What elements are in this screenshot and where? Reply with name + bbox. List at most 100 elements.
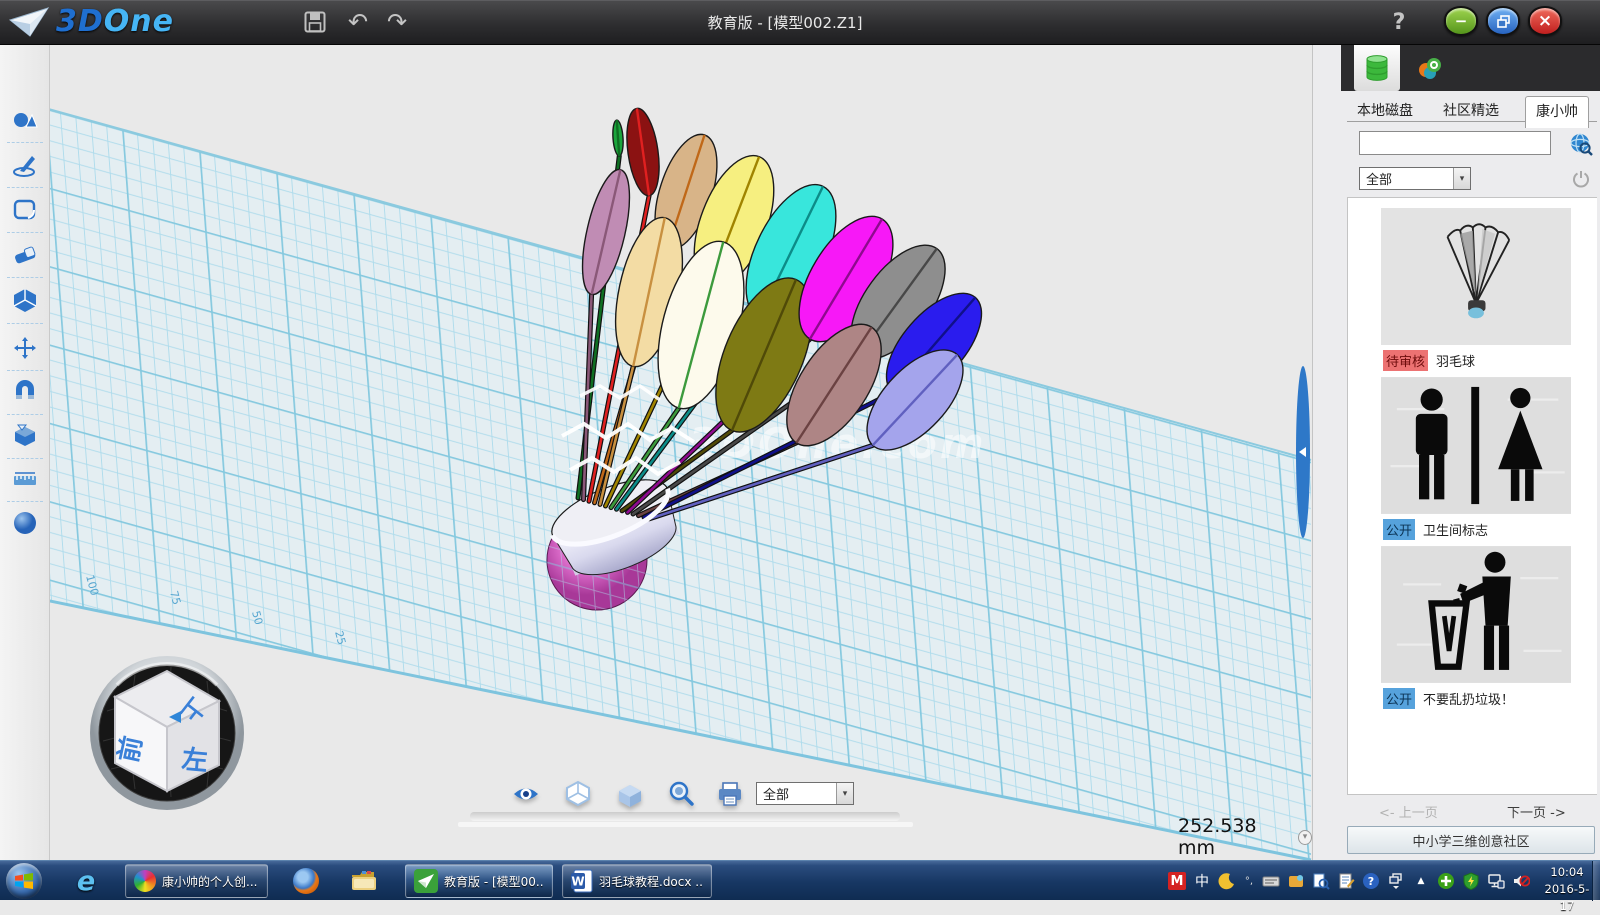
close-icon: × [1538,11,1552,31]
taskbar-browser-window-button[interactable]: 康小帅的个人创... [125,864,268,898]
eraser-tool[interactable] [12,242,38,268]
zoom-button[interactable] [667,780,695,806]
taskbar-ie-button[interactable]: e [68,865,104,897]
show-desktop-button[interactable] [1592,861,1600,901]
undo-button[interactable]: ↶ [343,7,373,37]
minimize-button[interactable]: − [1444,6,1478,36]
keyboard-tray-icon[interactable] [1262,872,1280,890]
next-page-button[interactable]: 下一页 -> [1507,802,1566,821]
status-dimension: 252.538 mm ▾ [1178,815,1312,859]
dimension-value: 252.538 mm [1178,815,1290,859]
3done-application-window: { "brand": { "part_3d": "3D", "part_one"… [0,0,1600,900]
display-filter-dropdown[interactable]: 全部 ▾ [756,782,854,805]
firefox-icon [293,868,319,894]
sketch-tool[interactable] [12,152,38,178]
model-thumbnail-restroom[interactable] [1381,377,1571,514]
svg-text:?: ? [1368,875,1374,888]
print-button[interactable] [716,781,744,807]
search-doc-tray-icon[interactable] [1312,872,1330,890]
dimension-dropdown-icon[interactable]: ▾ [1298,830,1312,845]
show-hidden-icons-button[interactable]: ▲ [1412,872,1430,890]
material-render-tool[interactable] [12,510,38,536]
antivirus-tray-icon[interactable] [1437,872,1455,890]
ime-language-icon[interactable]: 中 [1193,872,1211,890]
view-cube[interactable]: 前 上 左 [90,656,244,810]
undo-icon: ↶ [348,8,368,36]
ime-mode-marks[interactable]: °, [1243,872,1255,890]
network-tray-icon[interactable] [1487,872,1505,890]
magnet-tool[interactable] [12,379,38,405]
ime-skin-tray-icon[interactable] [1287,872,1305,890]
3done-app-icon [414,869,438,893]
shaded-view-button[interactable] [616,782,644,808]
visibility-eye-button[interactable] [512,781,540,807]
model-name: 卫生间标志 [1423,520,1488,539]
tab-community-featured[interactable]: 社区精选 [1443,100,1499,120]
search-input[interactable] [1359,131,1551,155]
scene-svg: 100 75 50 25 3DOne.com [50,45,1312,860]
model-name: 羽毛球 [1436,351,1475,370]
status-badge-public: 公开 [1383,519,1415,540]
minimize-icon: − [1455,12,1468,30]
community-logo-icon [1417,55,1443,81]
status-badge-pending: 待审核 [1383,350,1428,371]
tab-user-kangxiaoshuai[interactable]: 康小帅 [1525,96,1589,128]
tab-community-site[interactable] [1407,45,1453,91]
power-logout-icon[interactable] [1571,169,1591,189]
toolbar-separator [7,458,43,459]
sketch-edit-tool[interactable] [12,197,38,223]
category-filter-dropdown[interactable]: 全部 ▾ [1359,167,1471,190]
toolbar-shelf [458,812,913,827]
window-title: 教育版 - [模型002.Z1] [600,12,970,33]
model-item-label: 待审核 羽毛球 [1383,351,1475,370]
redo-button[interactable]: ↷ [382,7,412,37]
notes-doc-tray-icon[interactable] [1337,872,1355,890]
taskbar-3done-window-button[interactable]: 教育版 - [模型00... [405,864,553,898]
moon-ime-icon[interactable] [1218,872,1236,890]
save-button[interactable] [300,7,330,37]
taskbar-button-label: 羽毛球教程.docx ... [599,873,703,890]
folder-icon [350,869,378,893]
toolbar-separator [7,414,43,415]
taskbar-clock[interactable]: 10:04 2016-5-17 [1538,864,1596,915]
primitives-tool[interactable] [12,107,38,133]
taskbar-explorer-button[interactable] [346,865,382,897]
toolbar-separator [7,232,43,233]
security-shield-tray-icon[interactable] [1462,872,1480,890]
filter-row: 全部 ▾ [1347,167,1597,191]
help-tray-icon[interactable]: ? [1362,872,1380,890]
m-app-tray-icon[interactable]: M [1168,872,1186,890]
taskbar-firefox-button[interactable] [288,865,324,897]
model-thumbnail-nolitter[interactable] [1381,546,1571,683]
measure-tool[interactable] [12,467,38,493]
model-item-label: 公开 卫生间标志 [1383,520,1488,539]
help-icon: ? [1393,10,1406,35]
feature-cube-tool[interactable] [12,287,38,313]
help-button[interactable]: ? [1384,7,1414,37]
maximize-button[interactable] [1486,6,1520,36]
svg-text:W: W [571,875,584,889]
start-button[interactable] [6,863,42,899]
prev-page-button[interactable]: <- 上一页 [1379,802,1438,821]
combine-tool[interactable] [12,424,38,450]
volume-muted-tray-icon[interactable] [1512,872,1530,890]
internet-explorer-icon: e [77,866,95,897]
window-restore-tray-icon[interactable] [1387,872,1405,890]
paper-plane-icon [8,6,50,38]
panel-collapse-handle[interactable] [1296,366,1310,538]
taskbar-word-window-button[interactable]: W 羽毛球教程.docx ... [562,864,712,898]
search-row [1347,131,1597,155]
viewport-canvas[interactable]: 100 75 50 25 3DOne.com [50,45,1312,860]
tab-local-library[interactable] [1354,45,1400,91]
close-button[interactable]: × [1528,6,1562,36]
move-tool[interactable] [12,335,38,361]
display-filter-value: 全部 [757,784,836,803]
toolbar-separator [7,187,43,188]
taskbar-button-label: 康小帅的个人创... [162,873,257,890]
wireframe-view-button[interactable] [564,780,592,806]
tab-local-disk[interactable]: 本地磁盘 [1357,100,1413,120]
model-thumbnail-yumaoqiu[interactable] [1381,208,1571,345]
community-panel: 本地磁盘 社区精选 康小帅 全部 ▾ [1312,45,1600,860]
community-site-button[interactable]: 中小学三维创意社区 [1347,826,1595,854]
search-globe-icon[interactable] [1569,132,1593,156]
